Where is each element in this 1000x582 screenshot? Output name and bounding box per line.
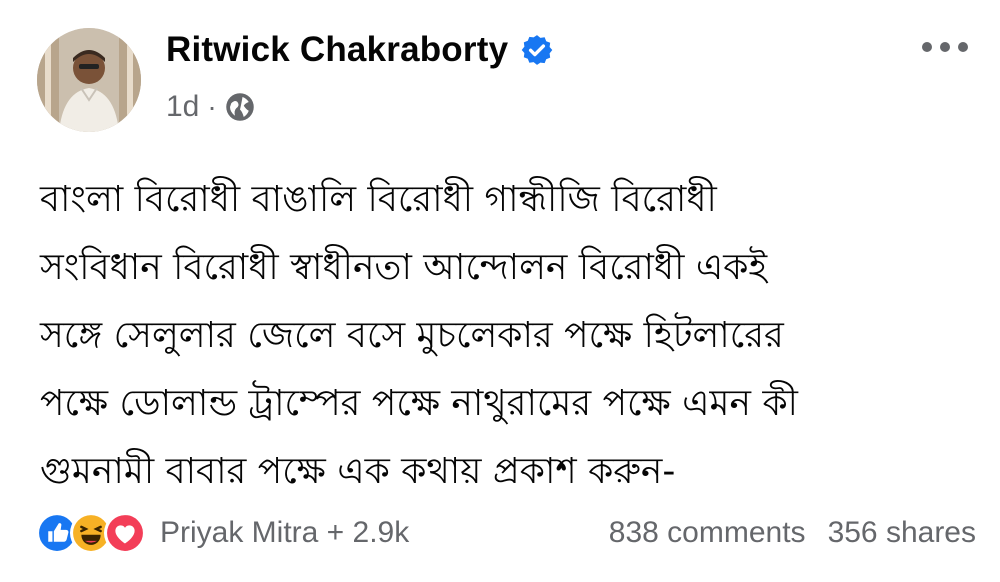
love-icon bbox=[104, 512, 146, 554]
shares-count[interactable]: 356 shares bbox=[828, 516, 976, 550]
more-options-button[interactable] bbox=[918, 38, 972, 56]
post-text-line: সংবিধান বিরোধী স্বাধীনতা আন্দোলন বিরোধী … bbox=[40, 247, 768, 288]
author-avatar[interactable] bbox=[37, 28, 141, 132]
post-time[interactable]: 1d bbox=[166, 90, 199, 124]
globe-icon[interactable] bbox=[225, 92, 255, 122]
more-dot-icon bbox=[922, 42, 932, 52]
post-text: বাংলা বিরোধী বাঙালি বিরোধী গান্ধীজি বিরো… bbox=[40, 166, 980, 506]
author-name[interactable]: Ritwick Chakraborty bbox=[166, 30, 508, 70]
reactions-count[interactable]: Priyak Mitra + 2.9k bbox=[160, 516, 409, 550]
verified-badge-icon bbox=[521, 35, 553, 65]
post-text-line: বাংলা বিরোধী বাঙালি বিরোধী গান্ধীজি বিরো… bbox=[40, 179, 717, 220]
meta-separator: · bbox=[207, 91, 217, 122]
more-dot-icon bbox=[940, 42, 950, 52]
post-text-line: সঙ্গে সেলুলার জেলে বসে মুচলেকার পক্ষে হি… bbox=[40, 315, 784, 356]
comments-count[interactable]: 838 comments bbox=[609, 516, 806, 550]
post-footer: Priyak Mitra + 2.9k 838 comments 356 sha… bbox=[36, 508, 976, 558]
more-dot-icon bbox=[958, 42, 968, 52]
avatar-photo bbox=[37, 28, 141, 132]
reaction-summary[interactable] bbox=[36, 512, 146, 554]
post-text-line: গুমনামী বাবার পক্ষে এক কথায় প্রকাশ করুন… bbox=[40, 451, 676, 492]
post-text-line: পক্ষে ডোলান্ড ট্রাম্পের পক্ষে নাথুরামের … bbox=[40, 383, 798, 424]
